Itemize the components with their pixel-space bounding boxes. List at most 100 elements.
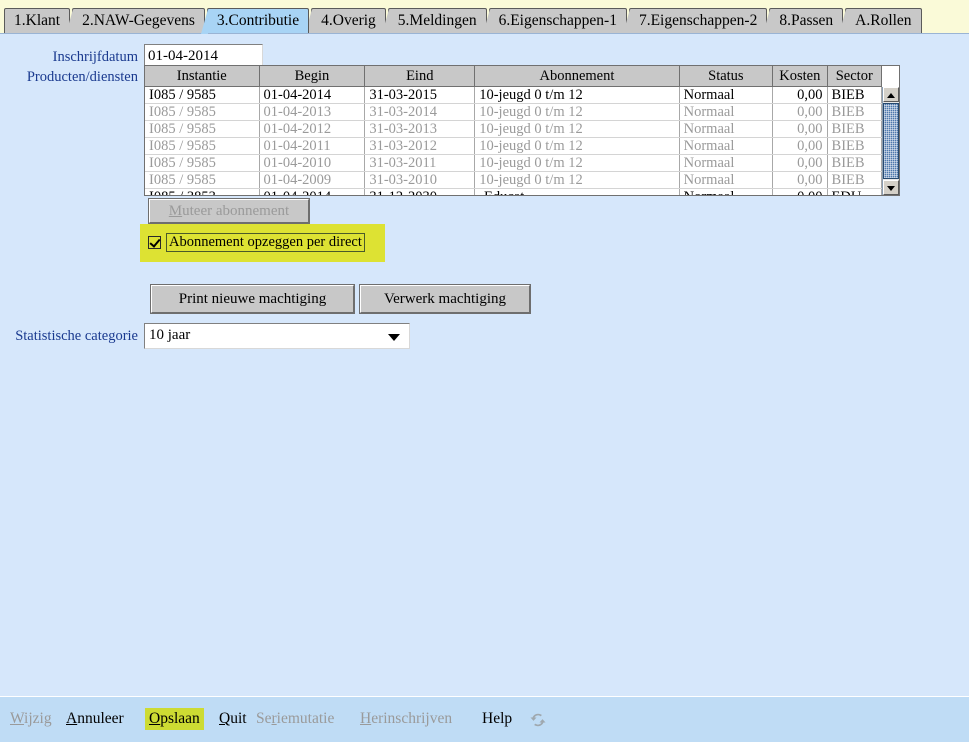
chevron-down-icon <box>388 334 400 341</box>
table-row[interactable]: I085 / 9585 01-04-2012 31-03-2013 10-jeugd … <box>145 120 883 138</box>
tab-4-overig[interactable]: 4.Overig <box>305 8 386 34</box>
accel-key: W <box>10 710 25 727</box>
statistische-categorie-select[interactable]: 10 jaar <box>144 323 410 349</box>
cell-status: Normaal <box>679 120 774 138</box>
statistische-categorie-label: Statistische categorie <box>15 328 138 344</box>
cell-abonnement: 10-jeugd 0 t/m 12 <box>474 86 680 104</box>
toolbar-seriemutatie: Seriemutatie <box>252 708 338 730</box>
toolbar-help[interactable]: Help <box>478 708 516 730</box>
label-rest: Help <box>482 710 513 727</box>
tab-8-passen[interactable]: 8.Passen <box>763 8 844 34</box>
cell-instantie: I085 / 9585 <box>145 171 260 189</box>
tab-a-rollen[interactable]: A.Rollen <box>839 8 922 34</box>
cell-eind: 31-03-2012 <box>364 137 476 155</box>
column-header-kosten[interactable]: Kosten <box>772 66 828 87</box>
cell-kosten: 0,00 <box>772 120 828 138</box>
table-row[interactable]: I085 / 9585 01-04-2011 31-03-2012 10-jeugd … <box>145 137 883 155</box>
bottom-toolbar: Wijzig Annuleer Opslaan Quit Seriemutatie Her… <box>0 696 969 742</box>
toolbar-quit[interactable]: Quit <box>215 708 251 730</box>
tab-7-eigenschappen-2[interactable]: 7.Eigenschappen-2 <box>622 8 768 34</box>
cell-kosten: 0,00 <box>772 103 828 121</box>
column-header-instantie[interactable]: Instantie <box>145 66 260 87</box>
cell-sector: BIEB <box>827 137 883 155</box>
cell-kosten: 0,00 <box>772 137 828 155</box>
cell-begin: 01-04-2014 <box>259 188 366 195</box>
cell-kosten: 0,00 <box>772 154 828 172</box>
abonnement-opzeggen-row[interactable]: Abonnement opzeggen per direct <box>148 233 365 252</box>
column-header-status[interactable]: Status <box>679 66 774 87</box>
refresh-icon[interactable] <box>528 710 548 730</box>
cell-abonnement: 10-jeugd 0 t/m 12 <box>474 137 680 155</box>
cell-begin: 01-04-2014 <box>259 86 366 104</box>
inschrijfdatum-input[interactable]: 01-04-2014 <box>144 44 263 66</box>
column-header-sector[interactable]: Sector <box>827 66 883 87</box>
abonnement-opzeggen-label: Abonnement opzeggen per direct <box>166 233 365 252</box>
table-row[interactable]: I085 / 385301-04-201431-12-2030-EducatNo… <box>145 188 883 195</box>
scrollbar-thumb[interactable] <box>883 103 899 179</box>
tab-5-meldingen[interactable]: 5.Meldingen <box>381 8 487 34</box>
triangle-up-icon <box>887 93 895 98</box>
cell-eind: 31-03-2013 <box>364 120 476 138</box>
accel-key: O <box>149 710 161 727</box>
scroll-up-button[interactable] <box>883 87 899 102</box>
cell-status: Normaal <box>679 188 774 195</box>
toolbar-opslaan[interactable]: Opslaan <box>145 708 204 730</box>
label-rest: nnuleer <box>77 710 124 727</box>
content-pane: Inschrijfdatum 01-04-2014 Producten/dien… <box>0 33 969 695</box>
label-part: Se <box>256 710 272 727</box>
cell-instantie: I085 / 9585 <box>145 137 260 155</box>
cell-kosten: 0,00 <box>772 86 828 104</box>
cell-abonnement: 10-jeugd 0 t/m 12 <box>474 120 680 138</box>
muteer-abonnement-button[interactable]: Muteer abonnement <box>149 199 309 223</box>
tab-3-contributie[interactable]: 3.Contributie <box>200 8 310 34</box>
print-nieuwe-machtiging-button[interactable]: Print nieuwe machtiging <box>151 285 354 313</box>
cell-kosten: 0,00 <box>772 171 828 189</box>
cell-begin: 01-04-2010 <box>259 154 366 172</box>
cell-eind: 31-12-2030 <box>364 188 476 195</box>
cell-eind: 31-03-2011 <box>364 154 476 172</box>
verwerk-machtiging-button[interactable]: Verwerk machtiging <box>360 285 530 313</box>
cell-begin: 01-04-2009 <box>259 171 366 189</box>
toolbar-wijzig: Wijzig <box>6 708 56 730</box>
table-row[interactable]: I085 / 9585 01-04-2010 31-03-2011 10-jeugd … <box>145 154 883 172</box>
label-rest: erinschrijven <box>371 710 453 727</box>
cell-instantie: I085 / 9585 <box>145 120 260 138</box>
cell-begin: 01-04-2012 <box>259 120 366 138</box>
table-row[interactable]: I085 / 9585 01-04-2013 31-03-2014 10-jeugd … <box>145 103 883 121</box>
column-header-abonnement[interactable]: Abonnement <box>474 66 680 87</box>
cell-abonnement: 10-jeugd 0 t/m 12 <box>474 103 680 121</box>
application-window: 1.Klant 2.NAW-Gegevens 3.Contributie 4.Over… <box>0 0 969 742</box>
cell-sector: BIEB <box>827 120 883 138</box>
abonnementen-grid[interactable]: Instantie Begin Eind Abonnement Status Kosten… <box>144 65 900 196</box>
column-header-eind[interactable]: Eind <box>364 66 476 87</box>
cell-begin: 01-04-2013 <box>259 103 366 121</box>
cell-abonnement: -Educat <box>474 188 680 195</box>
table-row[interactable]: I085 / 9585 01-04-2009 31-03-2010 10-jeugd … <box>145 171 883 189</box>
cell-instantie: I085 / 9585 <box>145 103 260 121</box>
cell-eind: 31-03-2015 <box>364 86 476 104</box>
cell-eind: 31-03-2014 <box>364 103 476 121</box>
checkmark-icon <box>149 236 161 248</box>
tab-6-eigenschappen-1[interactable]: 6.Eigenschappen-1 <box>482 8 627 34</box>
cell-sector: BIEB <box>827 103 883 121</box>
tab-2-naw-gegevens[interactable]: 2.NAW-Gegevens <box>66 8 205 34</box>
toolbar-annuleer[interactable]: Annuleer <box>62 708 128 730</box>
muteer-accel: M <box>168 203 183 219</box>
scroll-down-button[interactable] <box>883 180 899 195</box>
table-header-row: Instantie Begin Eind Abonnement Status Kosten… <box>145 66 883 87</box>
cell-sector: EDU <box>827 188 883 195</box>
abonnement-opzeggen-checkbox[interactable] <box>148 236 161 249</box>
cell-status: Normaal <box>679 103 774 121</box>
accel-key: Q <box>219 710 231 727</box>
cell-kosten: 0,00 <box>772 188 828 195</box>
cell-abonnement: 10-jeugd 0 t/m 12 <box>474 171 680 189</box>
label-part: iemutatie <box>276 710 335 727</box>
tab-1-klant[interactable]: 1.Klant <box>4 8 71 33</box>
inschrijfdatum-label: Inschrijfdatum <box>52 49 138 65</box>
grid-vertical-scrollbar[interactable] <box>882 87 899 195</box>
column-header-begin[interactable]: Begin <box>259 66 366 87</box>
table-row[interactable]: I085 / 9585 01-04-2014 31-03-2015 10-jeugd … <box>145 86 883 104</box>
accel-key: A <box>66 710 78 727</box>
cell-sector: BIEB <box>827 86 883 104</box>
cell-status: Normaal <box>679 86 774 104</box>
